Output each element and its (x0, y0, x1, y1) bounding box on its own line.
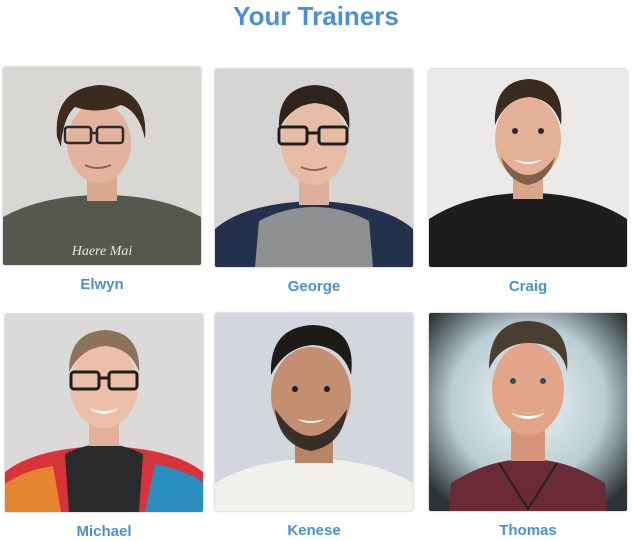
trainer-photo-george[interactable] (215, 69, 413, 267)
trainer-card-kenese[interactable]: Kenese (215, 313, 415, 540)
trainer-name-craig[interactable]: Craig (429, 278, 627, 296)
trainer-name-elwyn[interactable]: Elwyn (3, 276, 201, 294)
trainer-portrait-craig (429, 69, 627, 267)
page-title: Your Trainers (233, 1, 399, 31)
trainer-card-elwyn[interactable]: Haere Mai Elwyn (3, 67, 203, 294)
trainer-portrait-thomas (429, 313, 627, 511)
trainer-card-craig[interactable]: Craig (429, 69, 629, 296)
trainer-photo-kenese[interactable] (215, 313, 413, 511)
trainer-photo-craig[interactable] (429, 69, 627, 267)
trainer-name-kenese[interactable]: Kenese (215, 522, 413, 540)
trainer-name-george[interactable]: George (215, 278, 413, 296)
trainer-card-george[interactable]: George (215, 69, 415, 296)
trainer-card-michael[interactable]: Michael (5, 314, 205, 541)
trainer-photo-michael[interactable] (5, 314, 203, 512)
trainer-card-thomas[interactable]: Thomas (429, 313, 629, 540)
trainer-photo-elwyn[interactable]: Haere Mai (3, 67, 201, 265)
trainer-portrait-michael (5, 314, 203, 512)
trainer-name-michael[interactable]: Michael (5, 523, 203, 541)
trainer-portrait-elwyn: Haere Mai (3, 67, 201, 265)
trainer-portrait-kenese (215, 313, 413, 511)
shirt-text: Haere Mai (71, 244, 133, 259)
trainer-portrait-george (215, 69, 413, 267)
trainer-name-thomas[interactable]: Thomas (429, 522, 627, 540)
trainer-photo-thomas[interactable] (429, 313, 627, 511)
